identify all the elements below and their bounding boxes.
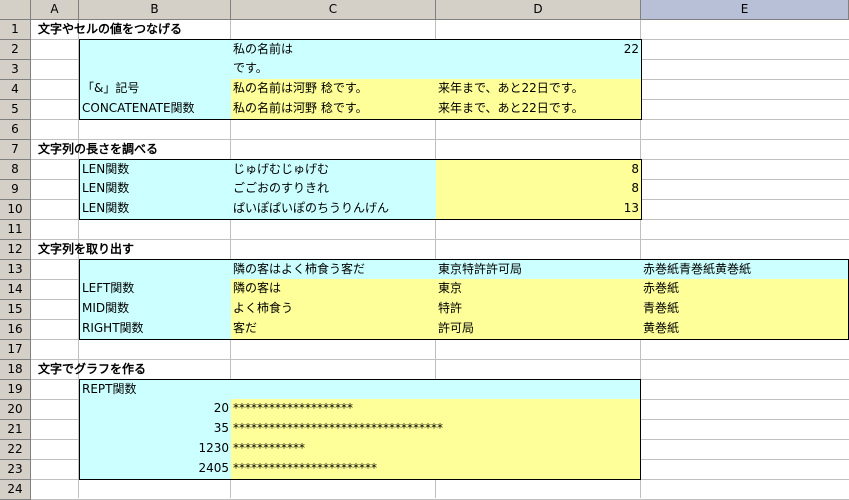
cell-d4[interactable]: 来年まで、あと22日です。 [436, 79, 642, 100]
cell-b16[interactable]: RIGHT関数 [79, 319, 232, 340]
row-header-1[interactable]: 1 [0, 20, 31, 40]
gridline-horizontal [31, 239, 849, 240]
row-header-5[interactable]: 5 [0, 100, 31, 120]
cell-b8[interactable]: LEN関数 [79, 159, 232, 180]
row-header-22[interactable]: 22 [0, 440, 31, 460]
column-header-d[interactable]: D [436, 0, 641, 20]
cell-c22[interactable]: ************ [231, 439, 641, 460]
row-header-6[interactable]: 6 [0, 120, 31, 140]
row-header-3[interactable]: 3 [0, 60, 31, 80]
row-header-23[interactable]: 23 [0, 460, 31, 480]
cell-b2[interactable] [79, 39, 232, 60]
cell-b19[interactable]: REPT関数 [79, 379, 232, 400]
spreadsheet[interactable]: A B C D E 1 2 3 4 5 6 7 8 9 10 11 12 13 14 15 16 17 18 19 2… [0, 0, 849, 500]
cell-c16[interactable]: 客だ [231, 319, 437, 340]
row-header-15[interactable]: 15 [0, 300, 31, 320]
row-header-9[interactable]: 9 [0, 180, 31, 200]
row-header-24[interactable]: 24 [0, 480, 31, 500]
row-header-8[interactable]: 8 [0, 160, 31, 180]
cell-d5[interactable]: 来年まで、あと22日です。 [436, 99, 642, 120]
cell-c5[interactable]: 私の名前は河野 稔です。 [231, 99, 437, 120]
cell-b9[interactable]: LEN関数 [79, 179, 232, 200]
row-header-4[interactable]: 4 [0, 80, 31, 100]
row-header-20[interactable]: 20 [0, 400, 31, 420]
section-title-extract[interactable]: 文字列を取り出す [36, 240, 136, 260]
row-header-13[interactable]: 13 [0, 260, 31, 280]
cell-b4[interactable]: 「&」記号 [79, 79, 232, 100]
cell-c19[interactable] [231, 379, 641, 400]
cell-c3[interactable]: です。 [231, 59, 437, 80]
cell-c4[interactable]: 私の名前は河野 稔です。 [231, 79, 437, 100]
cell-d8[interactable]: 8 [436, 159, 642, 180]
section-title-concat[interactable]: 文字やセルの値をつなげる [36, 20, 184, 40]
cell-d2[interactable]: 22 [436, 39, 642, 60]
cell-e15[interactable]: 青巻紙 [641, 299, 849, 320]
row-header-16[interactable]: 16 [0, 320, 31, 340]
column-header-c[interactable]: C [231, 0, 436, 20]
cell-e13[interactable]: 赤巻紙青巻紙黄巻紙 [641, 259, 849, 280]
row-header-2[interactable]: 2 [0, 40, 31, 60]
row-header-10[interactable]: 10 [0, 200, 31, 220]
cell-b13[interactable] [79, 259, 232, 280]
row-header-19[interactable]: 19 [0, 380, 31, 400]
column-header-b[interactable]: B [79, 0, 231, 20]
column-header-a[interactable]: A [31, 0, 79, 20]
cell-c10[interactable]: ぱいぽぱいぽのちうりんげん [231, 199, 437, 220]
cell-d10[interactable]: 13 [436, 199, 642, 220]
cell-d9[interactable]: 8 [436, 179, 642, 200]
cell-c13[interactable]: 隣の客はよく柿食う客だ [231, 259, 437, 280]
cell-c14[interactable]: 隣の客は [231, 279, 437, 300]
section-title-rept[interactable]: 文字でグラフを作る [36, 360, 148, 380]
row-header-18[interactable]: 18 [0, 360, 31, 380]
cell-c23[interactable]: ************************ [231, 459, 641, 480]
cell-b5[interactable]: CONCATENATE関数 [79, 99, 232, 120]
cell-d13[interactable]: 東京特許許可局 [436, 259, 642, 280]
cell-c21[interactable]: *********************************** [231, 419, 641, 440]
row-header-11[interactable]: 11 [0, 220, 31, 240]
select-all-corner[interactable] [0, 0, 31, 20]
cell-b15[interactable]: MID関数 [79, 299, 232, 320]
column-header-e[interactable]: E [641, 0, 849, 20]
cell-d16[interactable]: 許可局 [436, 319, 642, 340]
cell-e14[interactable]: 赤巻紙 [641, 279, 849, 300]
cell-c8[interactable]: じゅげむじゅげむ [231, 159, 437, 180]
cell-d15[interactable]: 特許 [436, 299, 642, 320]
cell-c9[interactable]: ごごおのすりきれ [231, 179, 437, 200]
cell-b21[interactable]: 35 [79, 419, 232, 440]
cell-c2[interactable]: 私の名前は [231, 39, 437, 60]
cell-e16[interactable]: 黄巻紙 [641, 319, 849, 340]
cell-b14[interactable]: LEFT関数 [79, 279, 232, 300]
cell-d14[interactable]: 東京 [436, 279, 642, 300]
cell-b3[interactable] [79, 59, 232, 80]
cell-b23[interactable]: 2405 [79, 459, 232, 480]
row-header-12[interactable]: 12 [0, 240, 31, 260]
cell-b10[interactable]: LEN関数 [79, 199, 232, 220]
cell-d3[interactable] [436, 59, 642, 80]
cell-b20[interactable]: 20 [79, 399, 232, 420]
row-header-14[interactable]: 14 [0, 280, 31, 300]
section-title-len[interactable]: 文字列の長さを調べる [36, 140, 160, 160]
row-header-21[interactable]: 21 [0, 420, 31, 440]
cell-c20[interactable]: ******************** [231, 399, 641, 420]
row-header-17[interactable]: 17 [0, 340, 31, 360]
cell-b22[interactable]: 1230 [79, 439, 232, 460]
gridline-horizontal [31, 359, 849, 360]
row-header-7[interactable]: 7 [0, 140, 31, 160]
cell-c15[interactable]: よく柿食う [231, 299, 437, 320]
